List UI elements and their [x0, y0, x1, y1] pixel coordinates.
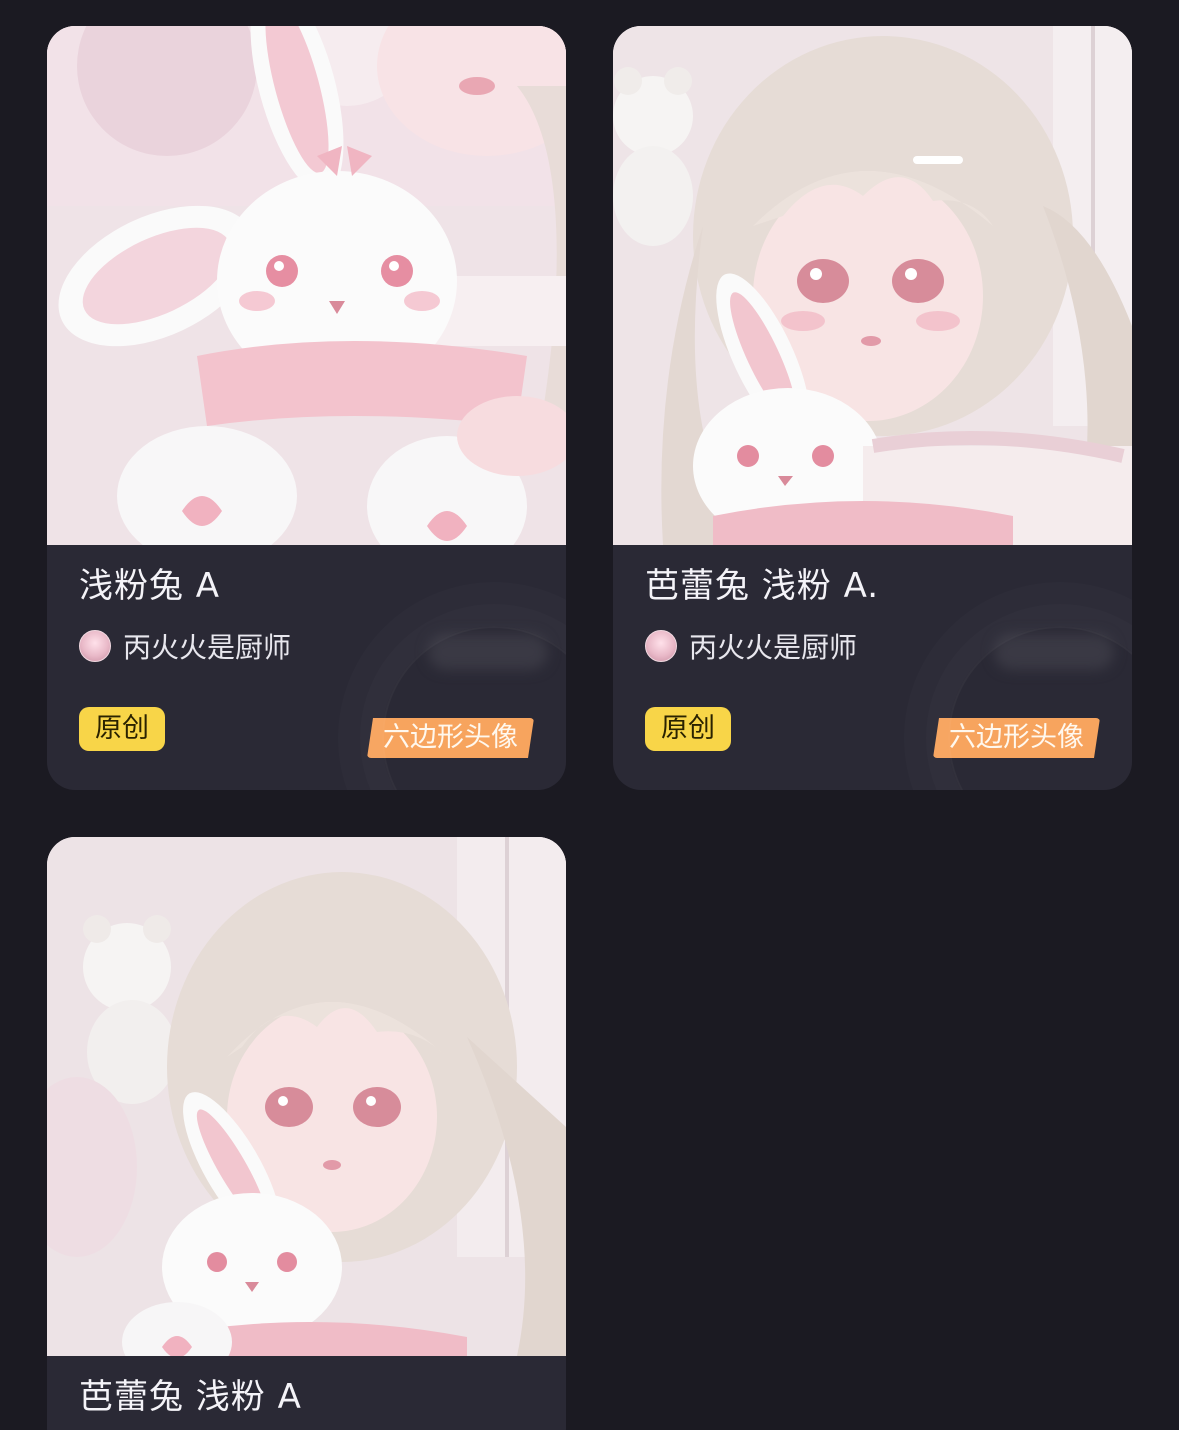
author-row[interactable]: 丙火火是厨师: [79, 626, 291, 666]
avatar-grid: 浅粉兔 A 丙火火是厨师 原创 六边形头像 芭蕾兔 浅粉 A. 丙火火是厨师 原…: [0, 0, 1179, 1430]
card-title: 浅粉兔 A: [79, 566, 221, 606]
avatar-card[interactable]: 浅粉兔 A 丙火火是厨师 原创 六边形头像: [47, 26, 566, 790]
decorative-ripple: [948, 626, 1132, 790]
author-avatar[interactable]: [645, 630, 677, 662]
original-badge: 原创: [79, 707, 165, 751]
author-row[interactable]: 丙火火是厨师: [645, 626, 857, 666]
card-title: 芭蕾兔 浅粉 A: [79, 1377, 302, 1417]
avatar-artwork-image[interactable]: [47, 26, 566, 545]
avatar-artwork-image[interactable]: [613, 26, 1132, 545]
avatar-card[interactable]: 芭蕾兔 浅粉 A. 丙火火是厨师 原创 六边形头像: [613, 26, 1132, 790]
author-name[interactable]: 丙火火是厨师: [123, 626, 291, 666]
original-badge: 原创: [645, 707, 731, 751]
card-title: 芭蕾兔 浅粉 A.: [645, 566, 880, 606]
avatar-artwork-image[interactable]: [47, 837, 566, 1356]
author-name[interactable]: 丙火火是厨师: [689, 626, 857, 666]
avatar-card[interactable]: 芭蕾兔 浅粉 A: [47, 837, 566, 1430]
decorative-ripple: [382, 626, 566, 790]
author-avatar[interactable]: [79, 630, 111, 662]
